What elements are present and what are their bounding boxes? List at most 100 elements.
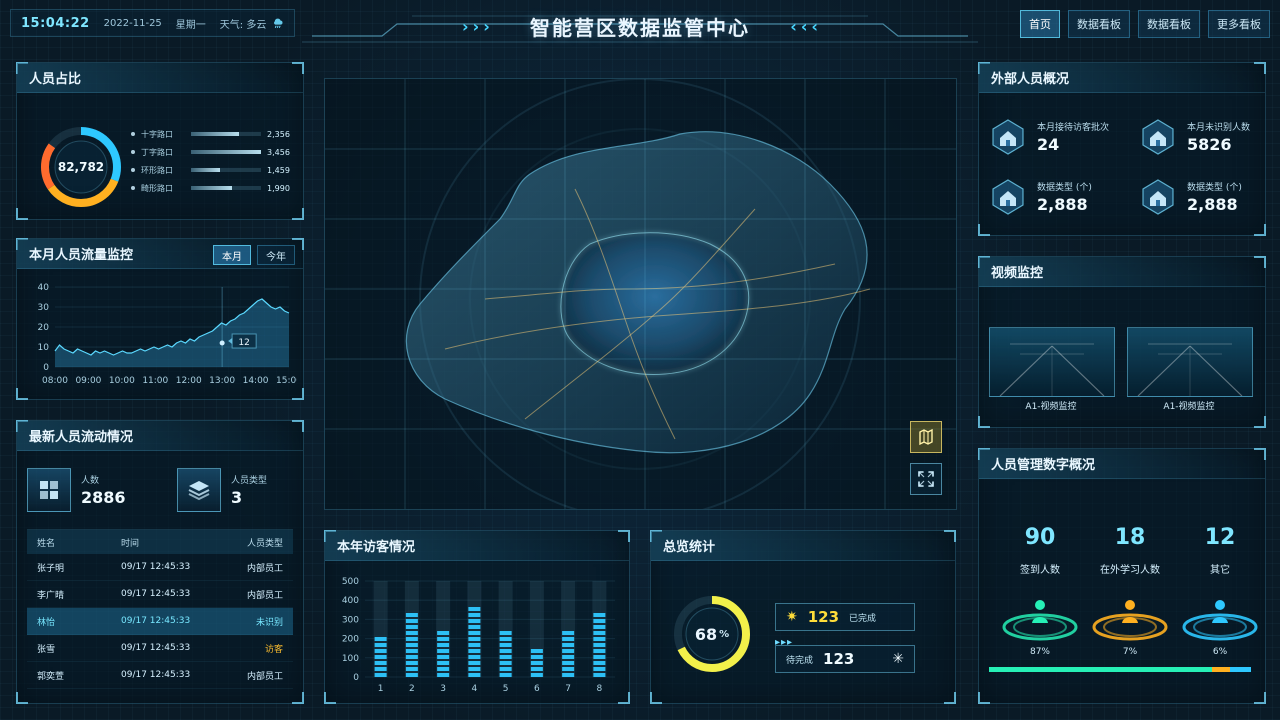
bullet-dot xyxy=(131,186,135,190)
progress-segment xyxy=(989,667,1212,672)
top-bar: 15:04:22 2022-11-25 星期一 天气: 多云 › › › 智能营… xyxy=(0,0,1280,52)
panel-corner xyxy=(1254,416,1266,428)
ratio-bar xyxy=(191,132,261,136)
mgmt-label: 在外学习人数 xyxy=(1100,565,1160,576)
bar-segment xyxy=(499,631,512,635)
title-area: › › › 智能营区数据监管中心 ‹ ‹ ‹ xyxy=(302,6,978,46)
x-tick-label: 8 xyxy=(597,684,603,694)
bar-segment xyxy=(562,655,575,659)
cell-type: 内部员工 xyxy=(246,590,283,601)
person-ring-icon xyxy=(1092,600,1168,641)
x-tick-label: 2 xyxy=(409,684,415,694)
panel-corner xyxy=(650,692,662,704)
completed-label: 已完成 xyxy=(849,613,877,624)
y-tick-label: 40 xyxy=(38,283,50,293)
fullscreen-button[interactable] xyxy=(910,463,942,495)
metric-value: 2886 xyxy=(81,488,126,507)
cell-time: 09/17 12:45:33 xyxy=(121,589,191,599)
bar-segment xyxy=(468,625,481,629)
external-stat-text: 数据类型 (个) 2,888 xyxy=(1037,180,1092,214)
nav-more-dashboards[interactable]: 更多看板 xyxy=(1208,10,1270,38)
video-caption: A1-视频监控 xyxy=(1163,402,1215,412)
pending-label: 待完成 xyxy=(786,655,814,666)
panel-title: 本年访客情况 xyxy=(337,540,416,555)
nav-dashboard-1[interactable]: 数据看板 xyxy=(1068,10,1130,38)
mgmt-percent: 87% xyxy=(1029,647,1050,657)
bullet-dot xyxy=(131,150,135,154)
bar-segment xyxy=(468,655,481,659)
x-tick-label: 14:00 xyxy=(243,376,269,386)
y-tick-label: 200 xyxy=(342,635,359,645)
city-core-shape xyxy=(560,232,750,375)
completed-box: ✷ 123 已完成 xyxy=(775,603,915,631)
bar-segment xyxy=(437,673,450,677)
corridor-image xyxy=(1128,328,1252,396)
table-row[interactable]: 李广晴 09/17 12:45:33 内部员工 xyxy=(27,581,293,608)
package-grid-icon xyxy=(27,468,71,512)
bar-segment xyxy=(374,655,387,659)
chevron-right-icon: › xyxy=(462,17,469,36)
panel-header: 本月人员流量监控 本月 今年 xyxy=(17,239,303,269)
bar-segment xyxy=(405,637,418,641)
nav-dashboard-2[interactable]: 数据看板 xyxy=(1138,10,1200,38)
marker-dot xyxy=(219,340,225,346)
table-row[interactable]: 张雪 09/17 12:45:33 访客 xyxy=(27,635,293,662)
area-fill xyxy=(55,299,289,367)
metric-people-count: 人数 2886 xyxy=(27,465,126,515)
bar-segment xyxy=(593,649,606,653)
title-left-arrows: › › › xyxy=(462,17,490,36)
mgmt-percent: 6% xyxy=(1212,647,1228,657)
ratio-entry: 十字路口 2,356 xyxy=(131,125,303,143)
person-ring-icon xyxy=(1002,600,1078,641)
toggle-this-month[interactable]: 本月 xyxy=(213,245,251,265)
bar-segment xyxy=(499,661,512,665)
external-stat-label: 数据类型 (个) xyxy=(1037,183,1092,193)
bar-segment xyxy=(499,673,512,677)
bar-segment xyxy=(405,643,418,647)
map-view[interactable] xyxy=(324,78,957,510)
bar-segment xyxy=(468,637,481,641)
bar-segment xyxy=(437,655,450,659)
bar-segment xyxy=(593,625,606,629)
map-layer-button[interactable] xyxy=(910,421,942,453)
metric-label: 人数 xyxy=(81,476,100,486)
chevron-left-icon: ‹ xyxy=(800,17,808,36)
y-tick-label: 0 xyxy=(43,363,49,373)
mgmt-value: 90 xyxy=(1024,525,1056,550)
sparkle-icon: ✷ xyxy=(786,609,798,625)
metric-people-types: 人员类型 3 xyxy=(177,465,267,515)
panel-corner xyxy=(978,224,990,236)
panel-corner xyxy=(1254,224,1266,236)
x-tick-label: 12:00 xyxy=(176,376,202,386)
ratio-bar-fill xyxy=(191,186,232,190)
cell-name: 李广晴 xyxy=(37,590,65,601)
panel-corner xyxy=(292,388,304,400)
bar-segment xyxy=(530,673,543,677)
toggle-this-year[interactable]: 今年 xyxy=(257,245,295,265)
ratio-bar-fill xyxy=(191,168,221,172)
y-tick-label: 400 xyxy=(342,596,359,606)
bar-segment xyxy=(468,619,481,623)
x-tick-label: 08:00 xyxy=(42,376,68,386)
panel-title: 最新人员流动情况 xyxy=(29,430,134,445)
video-thumbnail[interactable] xyxy=(989,327,1115,397)
bar-segment xyxy=(437,667,450,671)
ratio-bar-fill xyxy=(191,132,239,136)
external-stat-label: 本月接待访客批次 xyxy=(1037,123,1110,133)
bar-segment xyxy=(405,667,418,671)
table-row-selected[interactable]: 林怡 09/17 12:45:33 未识别 xyxy=(27,608,293,635)
weather: 天气: 多云 xyxy=(220,16,285,31)
gauge-text: 68 % xyxy=(667,589,757,679)
cell-time: 09/17 12:45:33 xyxy=(121,643,191,653)
panel-corner xyxy=(292,208,304,220)
table-row[interactable]: 郭奕萱 09/17 12:45:33 内部员工 xyxy=(27,662,293,689)
video-thumbnail[interactable] xyxy=(1127,327,1253,397)
table-row[interactable]: 张子明 09/17 12:45:33 内部员工 xyxy=(27,554,293,581)
mgmt-percent: 7% xyxy=(1122,647,1138,657)
cell-time: 09/17 12:45:33 xyxy=(121,670,191,680)
nav-home[interactable]: 首页 xyxy=(1020,10,1060,38)
progress-segment xyxy=(1230,667,1251,672)
bar-segment xyxy=(405,661,418,665)
bar-segment xyxy=(530,655,543,659)
external-stat-value: 2,888 xyxy=(1187,195,1238,214)
